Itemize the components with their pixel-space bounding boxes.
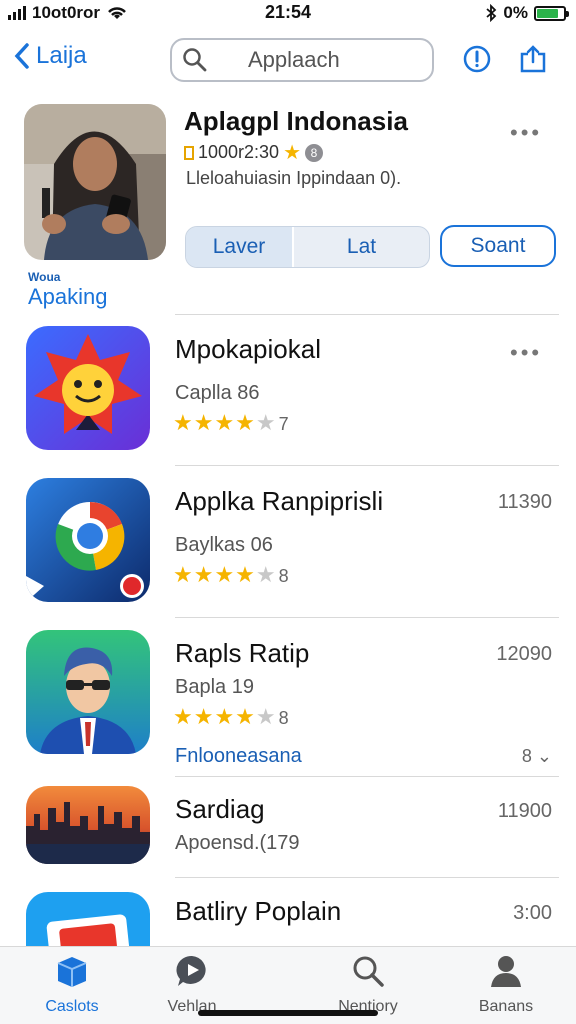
play-bubble-icon: [176, 955, 206, 986]
app-title[interactable]: Rapls Ratip: [175, 638, 309, 669]
app-meta-right: 11900: [497, 800, 552, 822]
tab-banans[interactable]: Banans: [434, 953, 576, 1016]
tab-label: Banans: [478, 998, 534, 1015]
featured-meta: 1000r2:30 ★ 8: [184, 140, 324, 165]
link-count: 8: [521, 746, 532, 766]
brand-label: Apaking: [28, 284, 108, 309]
app-title[interactable]: Batliry Poplain: [175, 896, 341, 927]
cube-icon: [57, 957, 87, 987]
rating-count: 7: [278, 414, 290, 434]
app-subtitle: Apoensd.(179: [175, 832, 300, 854]
app-icon-avatar-man[interactable]: [26, 630, 150, 754]
featured-description: Lleloahuiasin Ippindaan 0).: [186, 168, 402, 188]
featured-title: Aplagpl Indonasia: [184, 106, 408, 136]
app-subtitle: Baylkas 06: [175, 534, 273, 556]
app-icon-store[interactable]: [26, 892, 150, 946]
star-icon: ★: [283, 142, 302, 164]
app-title[interactable]: Sardiag: [175, 794, 265, 825]
rating-box-icon: [184, 145, 194, 160]
chevron-down-icon: ⌄: [536, 746, 552, 766]
search-placeholder: Applaach: [248, 47, 340, 72]
tab-nentiory[interactable]: Nentiory: [296, 953, 440, 1016]
bluetooth-icon: [486, 4, 497, 22]
rating-stars: ★★★★★ 7: [173, 410, 290, 435]
app-meta-right: 11390: [497, 491, 552, 513]
search-icon: [353, 956, 384, 987]
more-options-icon[interactable]: •••: [510, 340, 542, 366]
start-button[interactable]: Soant: [440, 225, 556, 267]
divider: [175, 465, 559, 466]
app-meta-right: 12090: [496, 643, 552, 665]
rating-stars: ★★★★★ 8: [173, 562, 290, 587]
chevron-left-icon: [14, 43, 29, 69]
more-options-icon[interactable]: •••: [510, 120, 542, 146]
rating-stars: ★★★★★ 8: [173, 704, 290, 729]
search-icon: [183, 48, 207, 72]
app-icon-city-skyline[interactable]: [26, 786, 150, 864]
app-icon-sun-face[interactable]: [26, 326, 150, 450]
person-icon: [491, 956, 521, 987]
battery-percent: 0%: [503, 3, 528, 22]
app-title[interactable]: Mpokapiokal: [175, 334, 321, 365]
brand-small-label: Woua: [28, 270, 61, 284]
home-indicator[interactable]: [198, 1010, 378, 1016]
segment-left[interactable]: Laver: [186, 227, 294, 267]
search-input[interactable]: Applaach: [170, 38, 434, 82]
rating-count: 8: [278, 566, 290, 586]
featured-app-image[interactable]: [24, 104, 166, 260]
divider: [175, 776, 559, 777]
nav-bar: Laija Applaach: [0, 36, 576, 84]
status-bar: 10ot0ror 21:54 0%: [0, 0, 576, 28]
app-subtitle: Caplla 86: [175, 382, 260, 404]
app-subtitle: Bapla 19: [175, 676, 254, 698]
segment-right[interactable]: Lat: [294, 227, 429, 267]
share-icon[interactable]: [518, 44, 548, 74]
back-label: Laija: [36, 42, 87, 69]
rating-count: 8: [278, 708, 290, 728]
divider: [175, 314, 559, 315]
expand-row[interactable]: 8 ⌄: [522, 746, 552, 767]
app-title[interactable]: Applka Ranpiprisli: [175, 486, 383, 517]
battery-icon: [534, 5, 569, 21]
app-link[interactable]: Fnlooneasana: [175, 745, 302, 768]
app-icon-browser[interactable]: [26, 478, 150, 602]
back-button[interactable]: Laija: [14, 42, 87, 70]
segmented-control: Laver Lat: [185, 226, 430, 268]
info-icon[interactable]: [462, 44, 492, 74]
status-right: 0%: [485, 3, 569, 23]
badge-icon: 8: [305, 143, 324, 162]
divider: [175, 617, 559, 618]
featured-meta-text: 1000r2:30: [198, 142, 280, 162]
app-meta-right: 3:00: [513, 902, 552, 924]
tab-vehlan[interactable]: Vehlan: [120, 953, 264, 1016]
divider: [175, 877, 559, 878]
